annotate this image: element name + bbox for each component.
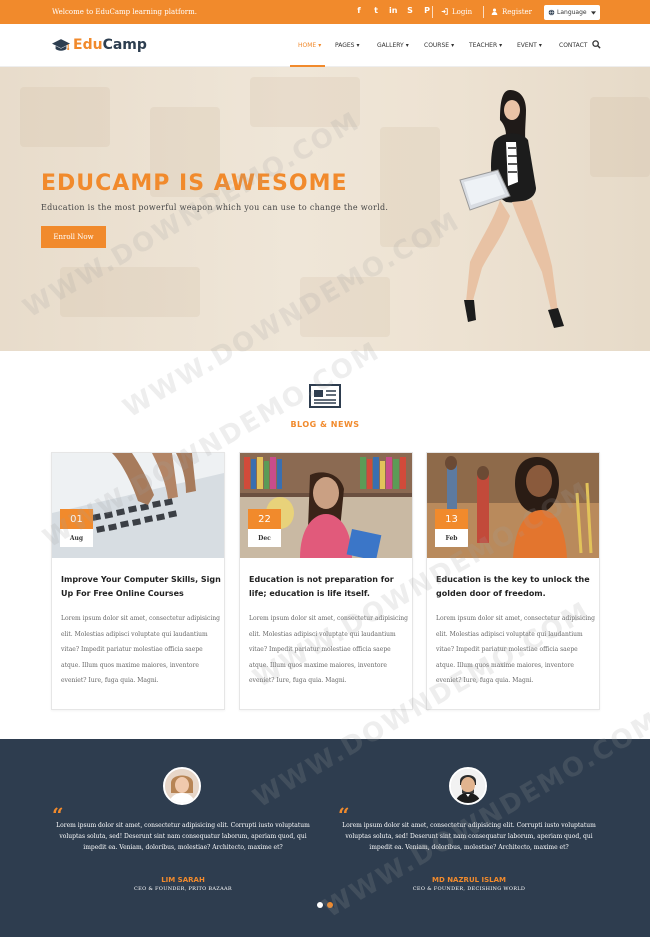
register-link[interactable]: Register	[491, 8, 532, 16]
carousel-dot-active[interactable]	[327, 902, 333, 908]
menu-item-gallery[interactable]: GALLERY ▾	[377, 42, 409, 49]
post-day: 13	[435, 509, 468, 529]
caret-down-icon: ▾	[405, 42, 409, 49]
menu-label: COURSE	[424, 42, 450, 49]
globe-icon	[548, 9, 555, 16]
menu-label: EVENT	[517, 42, 537, 49]
register-label: Register	[502, 8, 533, 16]
caret-down-icon: ▾	[451, 42, 455, 49]
logo-text-edu: Edu	[73, 37, 103, 53]
divider	[483, 6, 484, 18]
menu-item-course[interactable]: COURSE ▾	[424, 42, 454, 49]
menu-item-event[interactable]: EVENT ▾	[517, 42, 542, 49]
login-link[interactable]: Login	[441, 8, 472, 16]
post-day: 22	[248, 509, 281, 529]
post-excerpt: Lorem ipsum dolor sit amet, consectetur …	[61, 615, 220, 684]
main-navbar: Edu Camp HOME ▾ PAGES ▾ GALLERY ▾ COURSE ▾ TE…	[0, 24, 650, 67]
avatar	[163, 767, 201, 805]
caret-down-icon: ▾	[356, 42, 360, 49]
post-month: Aug	[69, 534, 84, 542]
menu-item-teacher[interactable]: TEACHER ▾	[469, 42, 502, 49]
post-date-badge: 01 Aug	[60, 509, 93, 547]
skype-icon[interactable]: S	[406, 6, 414, 15]
testimonial-name: LIM SARAH	[161, 876, 205, 884]
post-excerpt: Lorem ipsum dolor sit amet, consectetur …	[249, 615, 408, 684]
caret-down-icon: ▾	[499, 42, 503, 49]
post-title[interactable]: Education is the key to unlock the golde…	[436, 573, 596, 601]
testimonial-role: CEO & FOUNDER, PRITO BAZAAR	[134, 886, 232, 892]
menu-label: PAGES	[335, 42, 355, 49]
blog-card[interactable]: 22 Dec Education is not preparation for …	[239, 452, 413, 710]
top-bar: Welcome to EduCamp learning platform. f …	[0, 0, 650, 24]
user-icon	[491, 8, 498, 15]
menu-label: GALLERY	[377, 42, 404, 49]
testimonial-text: Lorem ipsum dolor sit amet, consectetur …	[342, 822, 596, 851]
hero-title: EDUCAMP IS AWESOME	[41, 171, 348, 196]
post-date-badge: 13 Feb	[435, 509, 468, 547]
hero-subtitle: Education is the most powerful weapon wh…	[41, 203, 389, 212]
menu-item-home[interactable]: HOME ▾	[298, 42, 321, 49]
pinterest-icon[interactable]: P	[423, 6, 431, 15]
post-day: 01	[60, 509, 93, 529]
twitter-icon[interactable]: t	[372, 6, 380, 15]
logo[interactable]: Edu Camp	[52, 37, 147, 53]
search-icon[interactable]	[592, 40, 601, 49]
testimonial-text: Lorem ipsum dolor sit amet, consectetur …	[56, 822, 310, 851]
login-label: Login	[452, 8, 473, 16]
hero-banner: EDUCAMP IS AWESOME Education is the most…	[0, 67, 650, 351]
caret-down-icon: ▾	[318, 42, 322, 49]
caret-down-icon	[591, 10, 596, 15]
testimonial-name: MD NAZRUL ISLAM	[431, 876, 507, 884]
social-links: f t in S P	[355, 6, 431, 15]
avatar	[449, 767, 487, 805]
newspaper-icon	[309, 384, 341, 408]
logo-text-camp: Camp	[102, 37, 147, 53]
caret-down-icon: ▾	[538, 42, 542, 49]
post-month: Feb	[445, 534, 458, 542]
menu-label: TEACHER	[469, 42, 498, 49]
facebook-icon[interactable]: f	[355, 6, 363, 15]
enroll-now-button[interactable]: Enroll Now	[41, 226, 106, 248]
blog-card[interactable]: 01 Aug Improve Your Computer Skills, Sig…	[51, 452, 225, 710]
language-select[interactable]: Language	[544, 5, 600, 20]
hero-student-image	[459, 90, 564, 328]
blog-section-title: BLOG & NEWS	[290, 420, 360, 429]
post-title[interactable]: Education is not preparation for life; e…	[249, 573, 409, 601]
post-excerpt: Lorem ipsum dolor sit amet, consectetur …	[436, 615, 595, 684]
testimonial-role: CEO & FOUNDER, DECISHING WORLD	[412, 886, 526, 892]
testimonials-section: “ Lorem ipsum dolor sit amet, consectetu…	[0, 739, 650, 937]
post-month: Dec	[258, 534, 271, 542]
language-label: Language	[557, 9, 587, 16]
blog-card[interactable]: 13 Feb Education is the key to unlock th…	[426, 452, 600, 710]
menu-label: CONTACT	[559, 42, 588, 49]
welcome-text: Welcome to EduCamp learning platform.	[52, 8, 197, 16]
divider	[432, 6, 433, 18]
post-date-badge: 22 Dec	[248, 509, 281, 547]
carousel-dot[interactable]	[317, 902, 323, 908]
post-title[interactable]: Improve Your Computer Skills, Sign Up Fo…	[61, 573, 221, 601]
menu-item-contact[interactable]: CONTACT	[559, 42, 587, 49]
login-icon	[441, 8, 448, 15]
menu-item-pages[interactable]: PAGES ▾	[335, 42, 360, 49]
linkedin-icon[interactable]: in	[389, 6, 397, 15]
menu-label: HOME	[298, 42, 317, 49]
graduation-cap-icon	[52, 39, 70, 51]
